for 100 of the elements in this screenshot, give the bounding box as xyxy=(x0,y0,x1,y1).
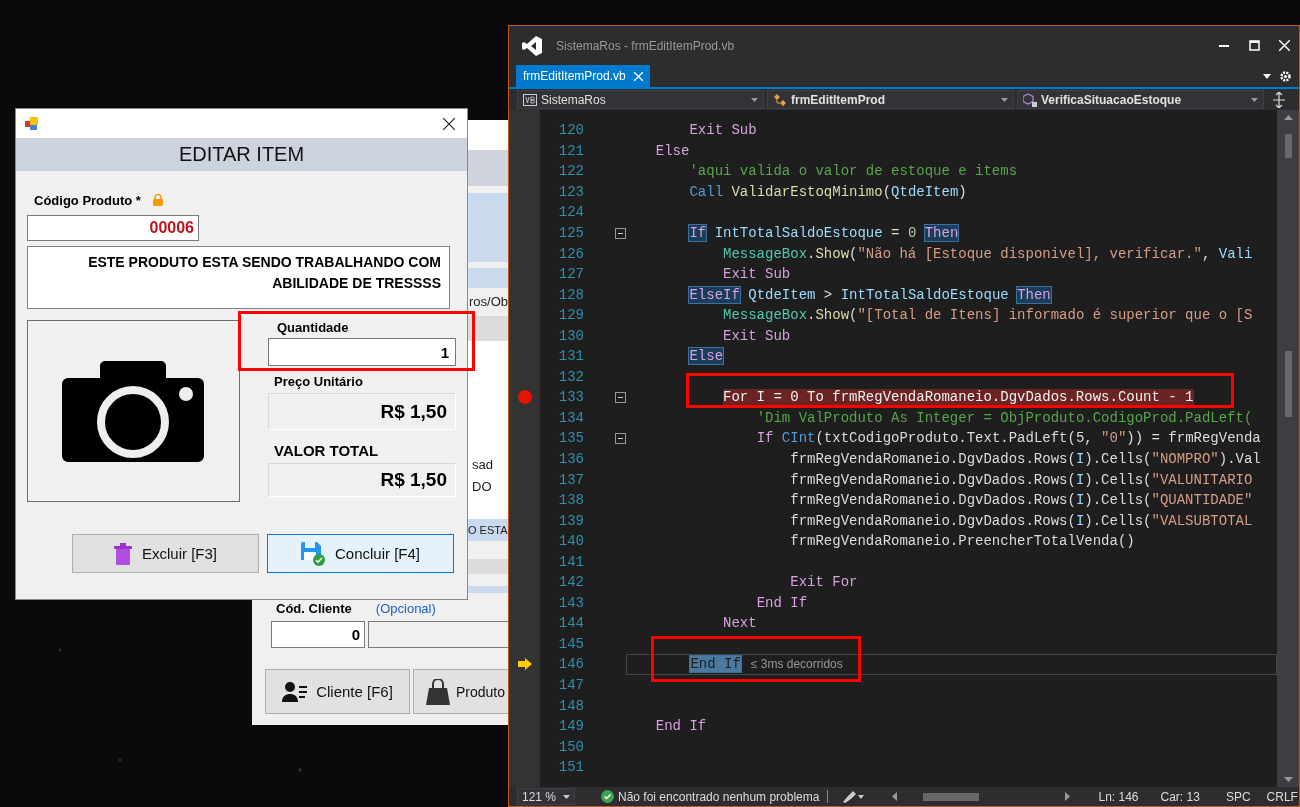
code-text: frmRegVendaRomaneio.DgvDados.Rows(I).Cells("VALUNITARIO xyxy=(790,471,1253,488)
dropdown-icon[interactable] xyxy=(1263,73,1271,79)
file-tab[interactable]: frmEditItemProd.vb xyxy=(516,65,650,87)
code-text: Else xyxy=(655,142,690,159)
line-number: 123 xyxy=(557,183,584,200)
breakpoint-icon[interactable] xyxy=(517,390,532,405)
navigation-dropdown[interactable]: VerificaSituacaoEstoque xyxy=(1017,90,1264,109)
table-cell: sad xyxy=(472,457,493,473)
quantity-field[interactable]: 1 xyxy=(268,338,456,366)
line-number: 122 xyxy=(557,163,584,180)
table-cell-text: O ESTA xyxy=(468,523,508,538)
caret-icon xyxy=(1001,97,1008,102)
unit-price-value: R$ 1,50 xyxy=(268,393,456,430)
line-number: 124 xyxy=(557,204,584,221)
line-number: 130 xyxy=(557,327,584,344)
description-text: ESTE PRODUTO ESTA SENDO TRABALHANDO COM ABILIDADE DE TRESSSS xyxy=(27,246,450,309)
code-text: If CInt(txtCodigoProduto.Text.PadLeft(5, "0")) = frmRegVenda xyxy=(756,430,1261,447)
indent-indicator[interactable]: SPC xyxy=(1225,789,1251,804)
line-number: 135 xyxy=(557,430,584,447)
code-text: 'Dim ValProduto As Integer = ObjProduto.CodigoProd.PadLeft( xyxy=(756,409,1253,426)
line-number: 149 xyxy=(557,718,584,735)
caret-icon xyxy=(1251,97,1258,102)
class-icon xyxy=(773,92,787,107)
collapse-icon[interactable] xyxy=(615,432,626,444)
line-ending-indicator[interactable]: CRLF xyxy=(1266,789,1298,804)
close-icon xyxy=(443,117,455,130)
field-label: Quantidade xyxy=(276,320,349,337)
code-text: Exit Sub xyxy=(723,327,791,344)
field-label: Código Produto * xyxy=(34,192,141,208)
field-label: VALOR TOTAL xyxy=(273,442,379,459)
lock-icon xyxy=(152,194,163,206)
code-text: For I = 0 To frmRegVendaRomaneio.DgvDados.Rows.Count - 1 xyxy=(723,389,1194,406)
scroll-thumb[interactable] xyxy=(923,792,980,801)
product-code-field[interactable]: 00006 xyxy=(27,215,199,241)
line-number: 128 xyxy=(557,286,584,303)
line-number: 120 xyxy=(557,122,584,139)
line-number: 138 xyxy=(557,492,584,509)
arrow-icon xyxy=(517,658,532,671)
client-button[interactable]: Cliente [F6] xyxy=(265,669,410,714)
line-number: 140 xyxy=(557,533,584,550)
bag-icon xyxy=(426,678,450,705)
line-number: 141 xyxy=(557,553,584,570)
maximize-icon xyxy=(1248,40,1260,51)
close-icon[interactable] xyxy=(633,71,643,81)
logo-icon xyxy=(522,35,542,56)
line-number: 148 xyxy=(557,697,584,714)
vertical-scrollbar[interactable] xyxy=(1277,110,1299,787)
line-number: 127 xyxy=(557,266,584,283)
navigation-dropdown[interactable]: frmEditItemProd xyxy=(767,90,1014,109)
line-number: 132 xyxy=(557,368,584,385)
client-name-field[interactable] xyxy=(368,621,510,648)
collapse-icon[interactable] xyxy=(615,391,626,403)
cube-icon xyxy=(1023,92,1037,107)
code-text: Next xyxy=(723,615,757,632)
line-number: 129 xyxy=(557,307,584,324)
code-text: Exit Sub xyxy=(723,266,791,283)
code-text: frmRegVendaRomaneio.DgvDados.Rows(I).Cells("VALSUBTOTAL xyxy=(790,512,1253,529)
horizontal-scrollbar[interactable] xyxy=(892,792,1071,801)
code-text: Else xyxy=(689,348,724,365)
line-number: 126 xyxy=(557,245,584,262)
code-editor[interactable] xyxy=(509,110,1277,787)
code-text: frmRegVendaRomaneio.PreencherTotalVenda() xyxy=(790,533,1135,550)
confirm-button[interactable]: Concluir [F4] xyxy=(267,534,454,573)
save-icon xyxy=(301,541,325,566)
settings-icon[interactable] xyxy=(1280,70,1291,82)
optional-note: (Opcional) xyxy=(375,600,436,616)
status-message[interactable]: Não foi encontrado nenhum problema xyxy=(618,789,820,804)
client-code-field[interactable]: 0 xyxy=(271,621,365,648)
collapse-icon[interactable] xyxy=(615,227,626,239)
line-number: 151 xyxy=(557,759,584,776)
elapsed-time-hint: ≤ 3ms decorridos xyxy=(750,657,843,672)
code-text: MessageBox.Show("Não há [Estoque disponivel], verificar.", Vali xyxy=(723,245,1253,262)
table-cell: DO xyxy=(472,479,492,495)
scroll-left-icon xyxy=(892,792,898,801)
line-number: 121 xyxy=(557,142,584,159)
line-number: 125 xyxy=(557,225,584,241)
line-number: 137 xyxy=(557,471,584,488)
scroll-thumb[interactable] xyxy=(1284,134,1292,158)
trash-icon xyxy=(114,542,132,565)
delete-button[interactable]: Excluir [F3] xyxy=(72,534,259,573)
close-icon xyxy=(1278,40,1290,51)
caret-icon xyxy=(563,794,570,799)
product-button[interactable]: Produto xyxy=(413,669,510,714)
total-value: R$ 1,50 xyxy=(268,463,456,497)
scroll-thumb[interactable] xyxy=(1284,351,1292,417)
line-number: 150 xyxy=(557,738,584,755)
zoom-dropdown[interactable]: 121 % xyxy=(517,788,575,805)
code-text: If IntTotalSaldoEstoque = 0 Then xyxy=(689,225,959,241)
field-label: Cód. Cliente xyxy=(276,600,352,616)
brush-icon[interactable] xyxy=(842,790,865,803)
scroll-right-icon xyxy=(1065,792,1071,801)
line-indicator: Ln: 146 xyxy=(1098,789,1139,804)
navigation-dropdown[interactable]: SistemaRos xyxy=(517,90,764,109)
code-text: Call ValidarEstoqMinimo(QtdeItem) xyxy=(689,183,967,200)
vb-icon xyxy=(523,93,537,106)
code-text: End If xyxy=(756,594,808,611)
person-list-icon xyxy=(282,680,309,703)
form-label: ros/Ob xyxy=(469,294,508,310)
code-text: End If xyxy=(655,718,707,735)
split-icon[interactable] xyxy=(1273,91,1285,108)
